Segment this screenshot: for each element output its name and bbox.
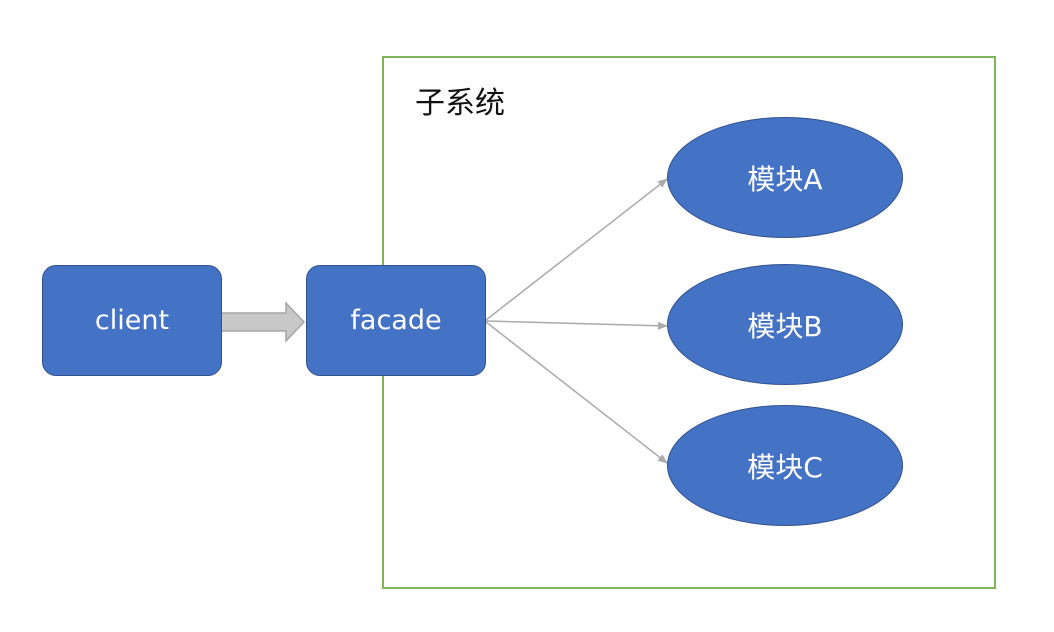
facade-to-module-a-line bbox=[485, 178, 668, 321]
module-a-node: 模块A bbox=[667, 117, 903, 238]
client-label: client bbox=[94, 305, 170, 336]
client-node: client bbox=[42, 265, 222, 376]
module-b-node: 模块B bbox=[667, 264, 903, 385]
module-c-node: 模块C bbox=[667, 405, 903, 526]
module-c-label: 模块C bbox=[747, 450, 823, 484]
module-a-label: 模块A bbox=[747, 162, 823, 196]
module-b-label: 模块B bbox=[747, 309, 823, 343]
facade-node: facade bbox=[306, 265, 486, 376]
client-to-facade-arrow bbox=[217, 301, 306, 343]
facade-to-module-c-line bbox=[485, 321, 668, 464]
facade-to-module-b-line bbox=[485, 320, 668, 330]
facade-label: facade bbox=[350, 305, 442, 336]
